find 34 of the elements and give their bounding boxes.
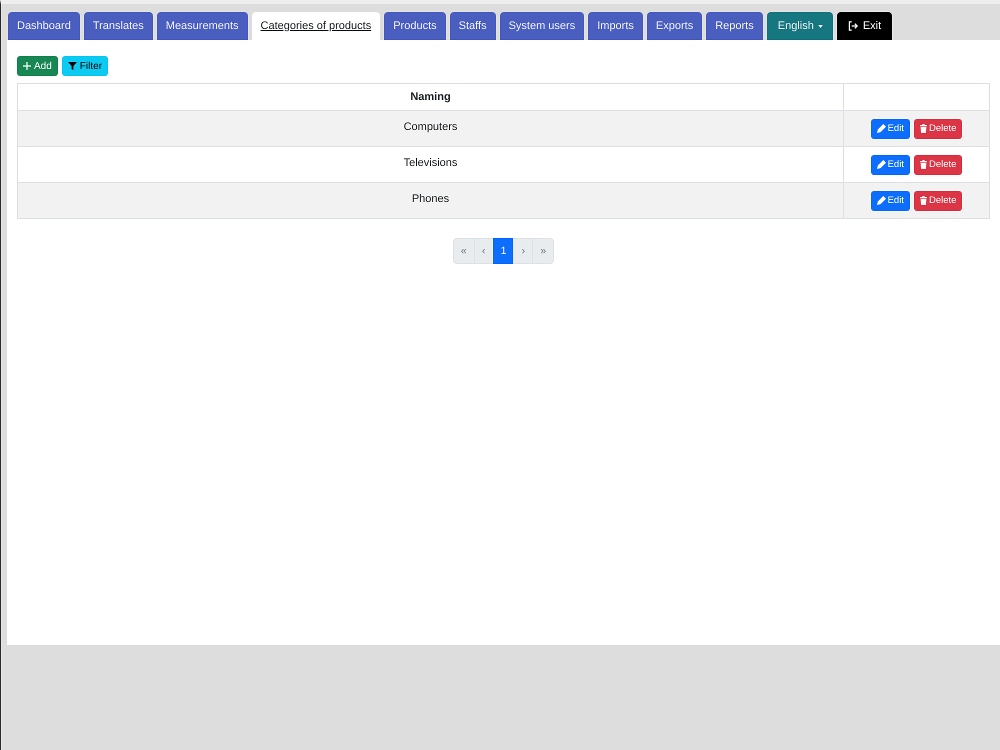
trash-icon xyxy=(920,196,927,205)
page-button[interactable]: 1 xyxy=(492,238,514,264)
trash-icon xyxy=(920,124,927,133)
column-header: Naming xyxy=(18,84,844,110)
exit-button[interactable]: Exit xyxy=(836,12,892,40)
delete-button[interactable]: Delete xyxy=(914,118,962,138)
filter-button[interactable]: Filter xyxy=(62,56,108,76)
nav-tab[interactable]: System users xyxy=(500,12,584,40)
plus-icon xyxy=(23,62,31,70)
nav-tab[interactable]: Staffs xyxy=(450,12,496,40)
edit-button[interactable]: Edit xyxy=(870,154,910,174)
exit-icon xyxy=(848,21,859,31)
edit-button[interactable]: Edit xyxy=(870,118,910,138)
trash-icon xyxy=(920,160,927,169)
funnel-icon xyxy=(68,62,77,70)
language-dropdown[interactable]: English xyxy=(766,12,833,40)
pencil-icon xyxy=(876,196,886,205)
delete-button[interactable]: Delete xyxy=(914,190,962,210)
nav-tab[interactable]: Reports xyxy=(706,12,763,40)
pencil-icon xyxy=(876,124,886,133)
nav-tab[interactable]: Dashboard xyxy=(8,12,80,40)
table-cell: Computers xyxy=(18,110,844,146)
delete-button[interactable]: Delete xyxy=(914,154,962,174)
nav-tab[interactable]: Measurements xyxy=(156,12,248,40)
table-cell: Phones xyxy=(18,182,844,218)
add-button[interactable]: Add xyxy=(17,56,58,76)
nav-tab[interactable]: Imports xyxy=(588,12,643,40)
nav-tab[interactable]: Translates xyxy=(84,12,153,40)
caret-icon xyxy=(818,24,823,28)
nav-tab[interactable]: Products xyxy=(384,12,446,40)
edit-button[interactable]: Edit xyxy=(870,190,910,210)
nav-tab[interactable]: Categories of products xyxy=(252,12,380,40)
nav-tab[interactable]: Exports xyxy=(646,12,702,40)
pencil-icon xyxy=(876,160,886,169)
